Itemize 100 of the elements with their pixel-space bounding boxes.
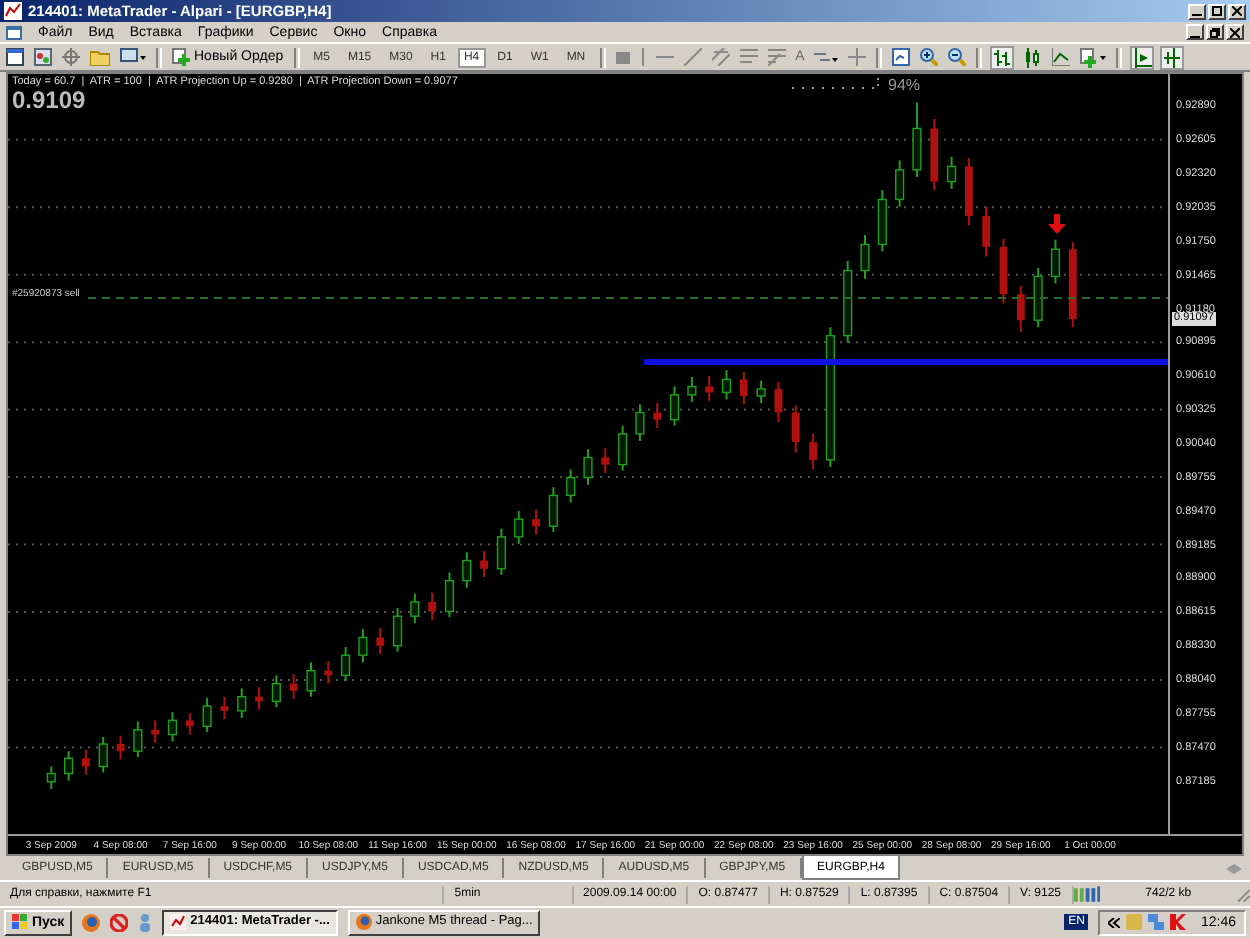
autoscroll-icon[interactable] <box>1132 47 1153 68</box>
stop-icon[interactable] <box>110 913 129 932</box>
candle <box>1068 241 1077 329</box>
candle <box>462 551 472 590</box>
candle <box>341 646 351 683</box>
close-icon <box>1230 27 1240 38</box>
candle <box>46 766 56 791</box>
candle <box>756 380 766 405</box>
close-button[interactable] <box>1226 24 1244 41</box>
candle <box>930 118 939 192</box>
price-text: 0.9109 <box>12 86 86 115</box>
browser-icon[interactable] <box>82 913 101 932</box>
monitor-icon[interactable] <box>120 48 146 67</box>
candle <box>306 661 316 699</box>
dotted-line <box>792 78 880 91</box>
bar-chart-icon[interactable] <box>992 47 1013 68</box>
candle <box>167 711 178 744</box>
chart-window-icon[interactable] <box>892 48 911 67</box>
candle <box>410 593 420 625</box>
candle <box>705 375 714 403</box>
candle <box>583 448 593 487</box>
candle <box>133 721 143 759</box>
candle <box>566 469 576 505</box>
down-arrow-icon <box>1048 214 1066 235</box>
candle <box>947 156 957 191</box>
menu-icon[interactable] <box>6 25 22 40</box>
candle <box>324 660 333 686</box>
chart-icon[interactable] <box>34 48 52 67</box>
window-icon[interactable] <box>6 48 24 67</box>
candle <box>791 405 800 455</box>
candle <box>532 509 540 537</box>
candle <box>860 234 870 281</box>
candle <box>618 425 628 473</box>
candle <box>480 550 488 579</box>
candle <box>202 697 212 734</box>
chart-shift-icon[interactable] <box>1162 47 1183 68</box>
candle <box>877 189 887 254</box>
candle <box>669 386 680 428</box>
candle <box>809 433 817 471</box>
minimize-button[interactable] <box>1186 24 1204 41</box>
template-icon[interactable] <box>1080 47 1107 68</box>
restore-button[interactable] <box>1206 24 1224 41</box>
chart-icon <box>170 914 187 931</box>
candle <box>271 675 281 709</box>
candle <box>514 510 524 546</box>
line-chart-icon[interactable] <box>1052 48 1071 67</box>
chart-icon <box>4 2 22 21</box>
candle <box>358 628 368 664</box>
candle <box>774 381 783 424</box>
maximize-icon <box>1212 6 1222 17</box>
candle <box>687 376 697 404</box>
connection-bars-icon <box>1073 886 1101 903</box>
candle <box>82 749 90 777</box>
candle <box>1033 267 1043 329</box>
candle <box>1016 285 1025 334</box>
arrows-icon[interactable] <box>814 49 839 66</box>
zoom-in-icon[interactable] <box>920 48 939 67</box>
close-button[interactable] <box>1228 3 1246 20</box>
candle <box>98 736 108 775</box>
candle <box>548 486 558 534</box>
candle <box>496 528 507 577</box>
candle <box>965 157 973 228</box>
windows-logo-icon <box>12 914 28 931</box>
candlestick-icon[interactable] <box>1022 47 1043 68</box>
candle <box>999 238 1008 306</box>
candle <box>1050 239 1061 286</box>
candle <box>601 447 610 475</box>
candle <box>392 607 403 654</box>
candle <box>116 735 125 762</box>
size-grip-icon[interactable] <box>1236 887 1250 902</box>
candle <box>220 696 229 721</box>
antivirus-icon[interactable] <box>1170 914 1187 931</box>
candle <box>739 371 748 406</box>
candle <box>428 592 437 622</box>
candle <box>185 712 194 737</box>
candle <box>653 402 662 430</box>
chevron-icon[interactable] <box>1108 917 1121 928</box>
percent-text: 94% <box>888 76 921 95</box>
candle <box>635 403 645 443</box>
close-icon <box>1232 6 1242 17</box>
candle <box>289 673 298 701</box>
candle <box>64 750 74 783</box>
candle <box>151 720 160 745</box>
candle <box>721 369 732 402</box>
crosshair-icon[interactable] <box>62 48 80 67</box>
candle <box>376 627 385 656</box>
maximize-button[interactable] <box>1208 3 1226 20</box>
candle <box>255 686 263 712</box>
candle <box>912 102 922 179</box>
plus-icon <box>172 48 190 67</box>
candle <box>843 260 853 345</box>
zoom-out-icon[interactable] <box>948 48 967 67</box>
minimize-button[interactable] <box>1188 3 1206 20</box>
candle <box>895 160 905 209</box>
candle <box>444 572 455 619</box>
candle <box>825 326 835 469</box>
browser-icon <box>355 914 372 931</box>
candle <box>982 206 991 258</box>
candle <box>237 688 247 720</box>
restore-icon <box>1210 27 1220 38</box>
